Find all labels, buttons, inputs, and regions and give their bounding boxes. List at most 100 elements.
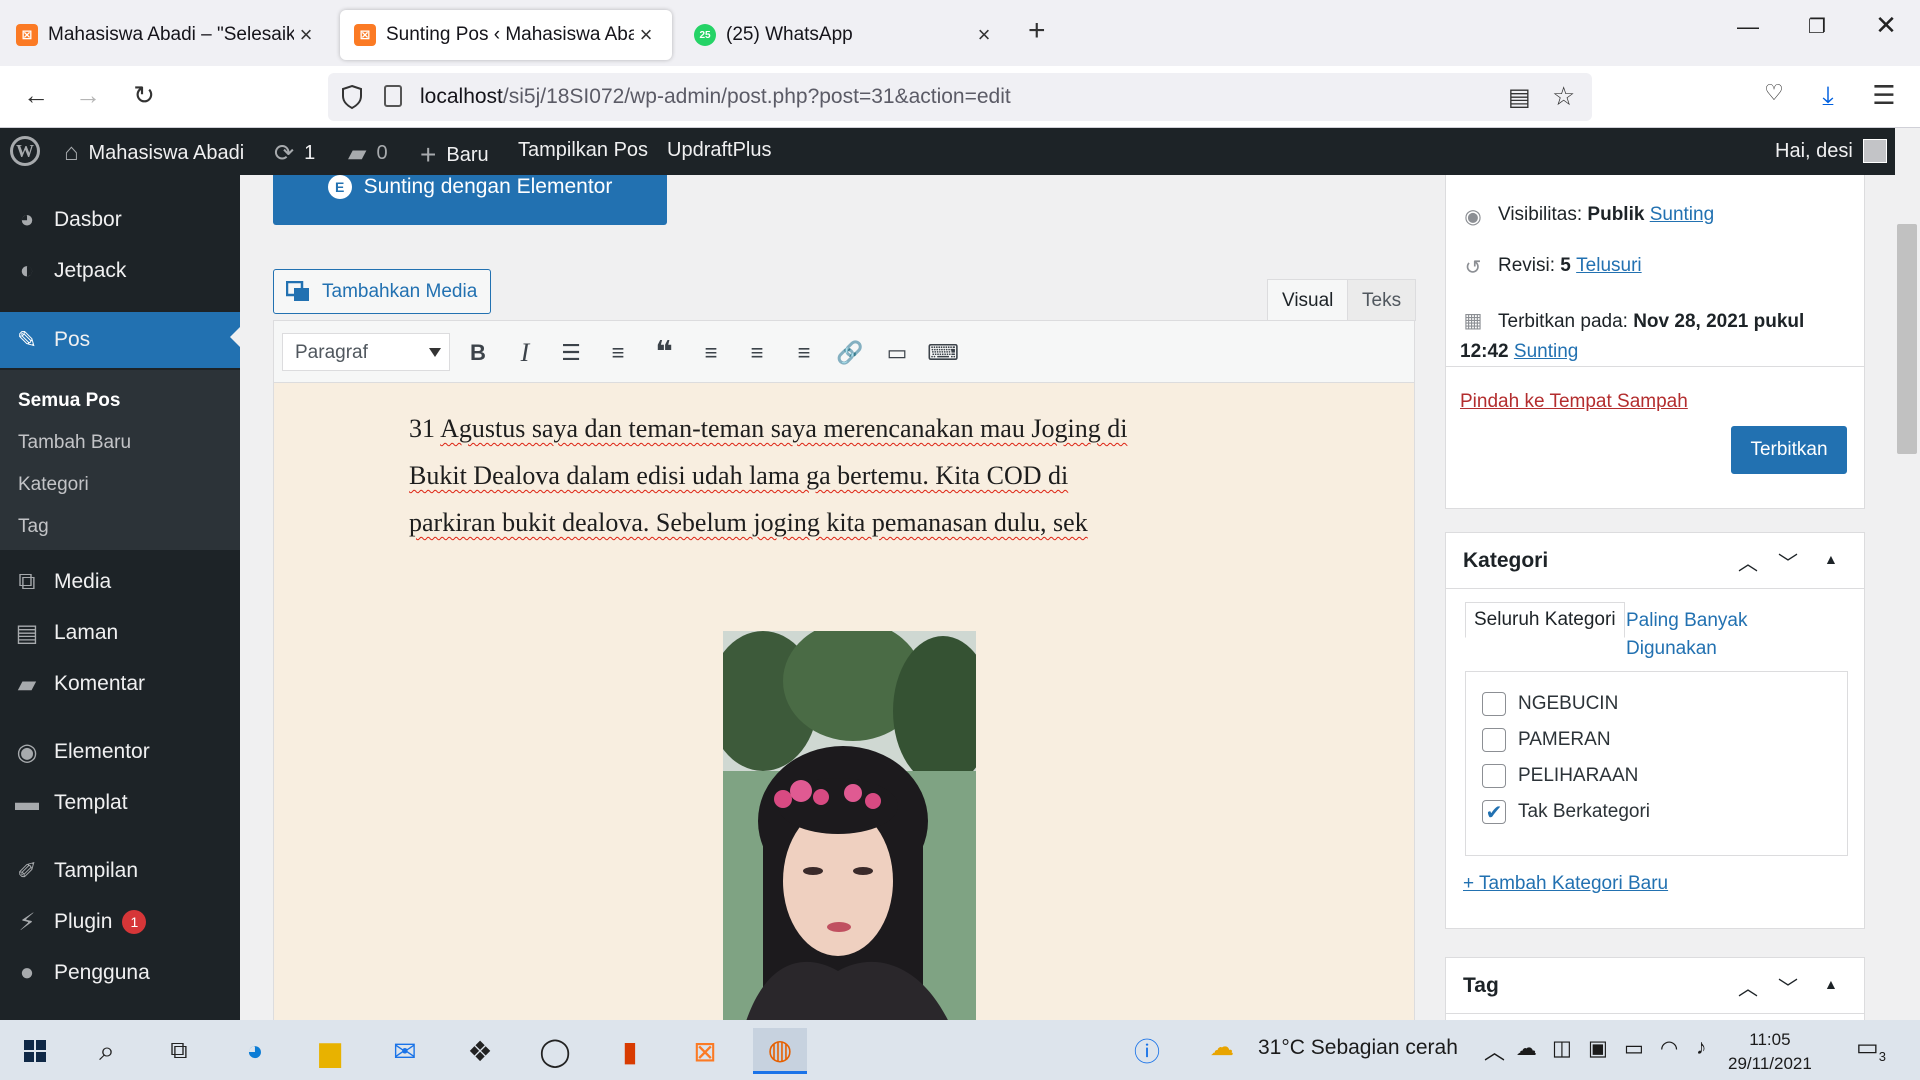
align-right-icon[interactable]: ≡: [786, 335, 822, 371]
file-explorer-icon[interactable]: ▆: [303, 1028, 357, 1074]
align-center-icon[interactable]: ≡: [739, 335, 775, 371]
search-icon[interactable]: ⌕: [80, 1028, 134, 1074]
toolbar-toggle-icon[interactable]: ⌨: [925, 335, 961, 371]
submenu-kategori[interactable]: Kategori: [18, 474, 89, 496]
start-button[interactable]: [8, 1028, 62, 1074]
add-media-button[interactable]: Tambahkan Media: [273, 269, 491, 314]
chevron-down-icon[interactable]: ﹀: [1778, 547, 1798, 576]
onedrive-icon[interactable]: ☁: [1516, 1036, 1537, 1061]
weather-text[interactable]: 31°C Sebagian cerah: [1258, 1036, 1458, 1060]
github-icon[interactable]: ◯: [528, 1028, 582, 1074]
sidebar-item-dasbor[interactable]: ◕ Dasbor: [0, 195, 240, 245]
weather-icon[interactable]: ☁: [1210, 1033, 1234, 1062]
sidebar-item-elementor[interactable]: ◉ Elementor: [0, 727, 240, 777]
site-name-link[interactable]: ⌂ Mahasiswa Abadi: [64, 139, 244, 167]
bookmark-star-icon[interactable]: ☆: [1552, 81, 1575, 112]
tab-sunting-pos[interactable]: ⊠ Sunting Pos ‹ Mahasiswa Abadi ×: [340, 10, 672, 60]
editor-content[interactable]: 31 Agustus saya dan teman-teman saya mer…: [274, 383, 1414, 1020]
download-icon[interactable]: ⤓: [1810, 80, 1846, 112]
my-account-link[interactable]: Hai, desi: [1775, 139, 1887, 163]
updraftplus-link[interactable]: UpdraftPlus: [667, 139, 772, 162]
close-tab-icon[interactable]: ×: [634, 22, 658, 48]
bullet-list-icon[interactable]: ☰: [553, 335, 589, 371]
tab-most-used[interactable]: Paling Banyak Digunakan: [1626, 607, 1826, 663]
scrollbar-thumb[interactable]: [1897, 224, 1917, 454]
mail-icon[interactable]: ✉: [378, 1028, 432, 1074]
checkbox[interactable]: [1482, 728, 1506, 752]
url-text[interactable]: localhost/si5j/18SI072/wp-admin/post.php…: [420, 85, 1011, 109]
reload-icon[interactable]: ↻: [126, 80, 162, 111]
sidebar-item-komentar[interactable]: ▰ Komentar: [0, 659, 240, 709]
network-icon[interactable]: ▣: [1588, 1036, 1608, 1061]
sidebar-item-laman[interactable]: ▤ Laman: [0, 608, 240, 658]
firefox-icon[interactable]: ◍: [753, 1028, 807, 1074]
view-post-link[interactable]: Tampilkan Pos: [518, 139, 648, 162]
edit-visibility-link[interactable]: Sunting: [1650, 204, 1714, 226]
xampp-icon[interactable]: ⊠: [678, 1028, 732, 1074]
sidebar-item-jetpack[interactable]: ◐ Jetpack: [0, 246, 240, 296]
link-icon[interactable]: 🔗: [832, 335, 868, 371]
sidebar-item-plugin[interactable]: ⚡ Plugin 1: [0, 897, 240, 947]
align-left-icon[interactable]: ≡: [693, 335, 729, 371]
blockquote-icon[interactable]: ❝: [646, 335, 682, 371]
battery-icon[interactable]: ▭: [1624, 1036, 1644, 1061]
submenu-tambah-baru[interactable]: Tambah Baru: [18, 432, 131, 454]
new-tab-icon[interactable]: +: [1028, 14, 1046, 48]
office-icon[interactable]: ▮: [603, 1028, 657, 1074]
tab-mahasiswa-abadi[interactable]: ⊠ Mahasiswa Abadi – "Selesaikan ×: [2, 10, 332, 60]
category-tak-berkategori[interactable]: ✔ Tak Berkategori: [1482, 800, 1650, 824]
system-clock[interactable]: 11:05 29/11/2021: [1728, 1028, 1812, 1076]
category-pameran[interactable]: PAMERAN: [1482, 728, 1611, 752]
category-ngebucin[interactable]: NGEBUCIN: [1482, 692, 1618, 716]
tab-whatsapp[interactable]: 25 (25) WhatsApp ×: [680, 10, 1010, 60]
comments-link[interactable]: ▰ 0: [348, 139, 388, 168]
checkbox[interactable]: [1482, 764, 1506, 788]
submenu-semua-pos[interactable]: Semua Pos: [18, 390, 120, 412]
restore-icon[interactable]: ❐: [1797, 14, 1837, 39]
tab-visual[interactable]: Visual: [1267, 279, 1349, 321]
read-more-icon[interactable]: ▭: [879, 335, 915, 371]
back-icon[interactable]: ←: [18, 80, 54, 111]
numbered-list-icon[interactable]: ≡: [600, 335, 636, 371]
post-body-text[interactable]: 31 Agustus saya dan teman-teman saya mer…: [409, 405, 1229, 546]
chevron-down-icon[interactable]: ﹀: [1778, 972, 1798, 1001]
help-icon[interactable]: ⓘ: [1134, 1032, 1160, 1069]
chevron-up-icon[interactable]: ︿: [1738, 972, 1758, 1001]
updates-link[interactable]: ⟳ 1: [274, 139, 315, 168]
address-bar[interactable]: localhost/si5j/18SI072/wp-admin/post.php…: [328, 73, 1592, 121]
sidebar-item-pengguna[interactable]: ● Pengguna: [0, 948, 240, 998]
wordpress-logo-icon[interactable]: W: [10, 136, 40, 166]
browse-revisions-link[interactable]: Telusuri: [1576, 255, 1641, 277]
move-to-trash-link[interactable]: Pindah ke Tempat Sampah: [1460, 391, 1688, 413]
format-select[interactable]: Paragraf: [282, 333, 450, 371]
notification-center-icon[interactable]: ▭3: [1856, 1033, 1886, 1064]
close-tab-icon[interactable]: ×: [972, 22, 996, 48]
sidebar-item-pos[interactable]: ✎ Pos: [0, 312, 240, 368]
wifi-icon[interactable]: ◠: [1660, 1036, 1678, 1061]
close-window-icon[interactable]: ✕: [1866, 10, 1906, 41]
page-scrollbar[interactable]: [1895, 128, 1920, 1020]
sidebar-item-tampilan[interactable]: ✐ Tampilan: [0, 846, 240, 896]
sidebar-item-media[interactable]: ⧉ Media: [0, 557, 240, 607]
tab-all-categories[interactable]: Seluruh Kategori: [1465, 602, 1625, 638]
volume-icon[interactable]: ♪: [1696, 1036, 1707, 1060]
edit-date-link[interactable]: Sunting: [1514, 341, 1578, 362]
minimize-icon[interactable]: —: [1728, 14, 1768, 40]
forward-icon[interactable]: →: [70, 80, 106, 111]
new-content-link[interactable]: + Baru: [420, 139, 489, 171]
add-new-category-link[interactable]: + Tambah Kategori Baru: [1463, 873, 1668, 895]
edge-icon[interactable]: ◕: [228, 1028, 282, 1074]
pocket-icon[interactable]: ♡: [1756, 80, 1792, 106]
submenu-tag[interactable]: Tag: [18, 516, 49, 538]
post-image[interactable]: [723, 631, 976, 1020]
task-view-icon[interactable]: ⧉: [152, 1028, 206, 1074]
shield-icon[interactable]: [340, 84, 364, 110]
close-tab-icon[interactable]: ×: [294, 22, 318, 48]
sidebar-item-templat[interactable]: ▬ Templat: [0, 778, 240, 828]
category-peliharaan[interactable]: PELIHARAAN: [1482, 764, 1638, 788]
menu-icon[interactable]: ☰: [1866, 80, 1902, 111]
checkbox[interactable]: [1482, 692, 1506, 716]
italic-icon[interactable]: I: [507, 335, 543, 371]
chevron-up-icon[interactable]: ︿: [1738, 547, 1758, 576]
meet-now-icon[interactable]: ◫: [1552, 1036, 1572, 1061]
